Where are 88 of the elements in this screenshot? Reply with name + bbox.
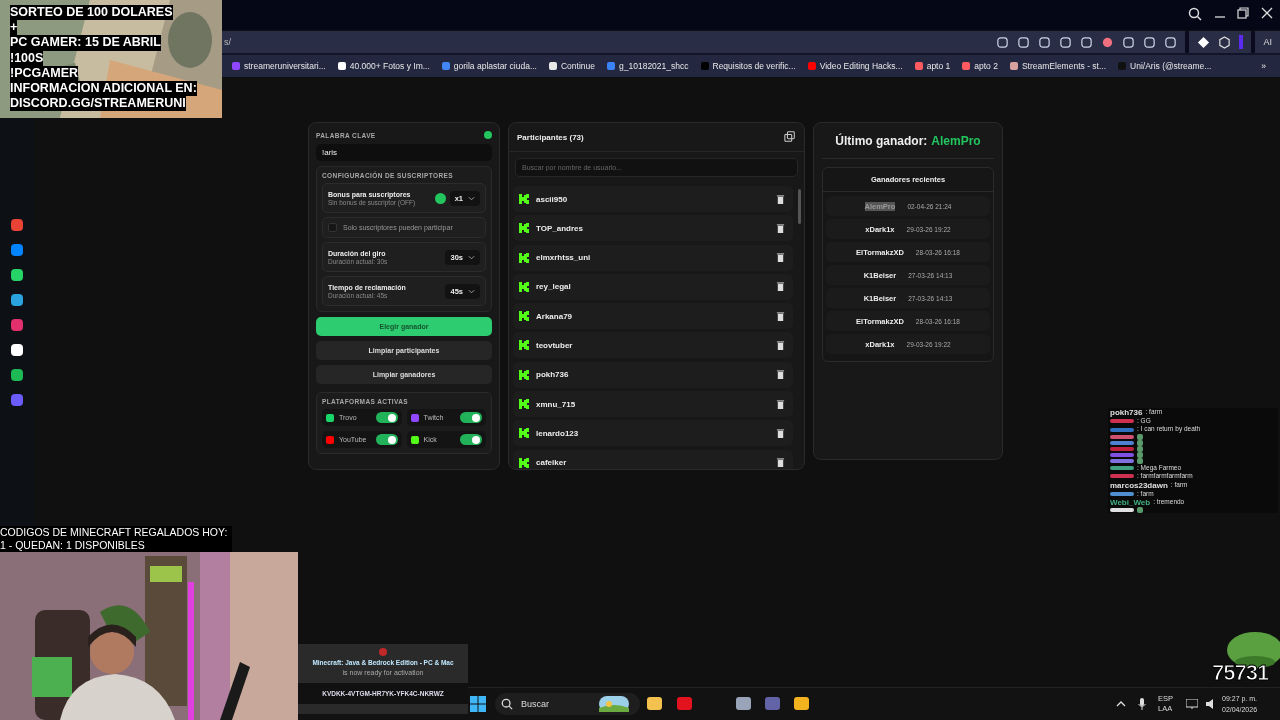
chat-username: marcos23dawn [1110, 480, 1168, 490]
trash-icon[interactable] [776, 341, 785, 350]
trash-icon[interactable] [776, 253, 785, 263]
bookmark[interactable]: 40.000+ Fotos y Im... [337, 61, 430, 71]
participant-name: TOP_andres [536, 223, 584, 233]
app-icon[interactable] [11, 369, 23, 381]
checkbox[interactable] [328, 223, 337, 232]
participant-name: Arkana79 [536, 311, 574, 321]
bookmark[interactable]: gorila aplastar ciuda... [441, 61, 537, 71]
landscape-icon [599, 696, 629, 712]
bookmark[interactable]: apto 2 [962, 61, 998, 71]
kick-icon [519, 252, 529, 263]
last-winner-name: AlemPro [931, 134, 981, 148]
search-icon[interactable] [1188, 7, 1202, 21]
kick-icon [519, 223, 529, 234]
participant-name: rey_legal [536, 282, 572, 292]
extension-icon[interactable] [1197, 35, 1211, 49]
trash-icon[interactable] [776, 282, 785, 292]
trash-icon[interactable] [776, 311, 785, 321]
bookmark[interactable]: StreamElements - st... [1009, 61, 1107, 71]
kick-icon [519, 369, 529, 380]
chat-username: Webi_Web [1110, 498, 1151, 508]
toggle-switch[interactable] [375, 434, 398, 445]
trash-icon[interactable] [776, 223, 785, 233]
close-icon[interactable] [1261, 7, 1273, 19]
network-icon[interactable] [1186, 699, 1198, 709]
platform-icon [326, 435, 334, 444]
participants-title: Participantes (73) [517, 132, 584, 142]
app-icon[interactable] [11, 344, 23, 356]
ai-button[interactable]: AI [1263, 37, 1272, 47]
caret-icon [468, 254, 475, 260]
trash-icon[interactable] [776, 428, 785, 438]
bookmark[interactable]: g_10182021_shcc [607, 61, 689, 71]
caret-icon [468, 288, 475, 294]
participant-name: xmnu_715 [536, 399, 577, 409]
bookmark[interactable]: Uni/Aris (@streame... [1118, 61, 1212, 71]
last-winner-label: Último ganador: [835, 134, 928, 148]
copy-icon[interactable] [784, 131, 796, 143]
kick-icon [519, 399, 529, 410]
toggle-switch[interactable] [460, 434, 482, 445]
toggle-switch[interactable] [460, 412, 482, 423]
participant-name: lenardo123 [536, 428, 580, 438]
cube-icon[interactable] [1218, 35, 1232, 49]
logo-icon [379, 648, 387, 656]
info-icon[interactable] [484, 131, 492, 139]
viewer-counter: 75731 [1212, 660, 1269, 686]
trash-icon[interactable] [776, 370, 785, 380]
address-bar[interactable]: s/ [224, 37, 997, 47]
app-icon[interactable] [11, 269, 23, 281]
info-icon[interactable] [434, 192, 446, 204]
more-bookmarks-button[interactable]: » [1261, 61, 1280, 71]
indicator-bar [1239, 35, 1244, 49]
participant-name: elmxrhtss_uni [536, 253, 592, 263]
search-icon [501, 698, 513, 710]
restore-icon[interactable] [1237, 7, 1249, 19]
windows-icon[interactable] [470, 696, 486, 712]
bookmark[interactable]: Video Editing Hacks... [807, 61, 903, 71]
platform-icon [410, 413, 419, 422]
trash-icon[interactable] [776, 194, 785, 204]
kick-icon [519, 281, 529, 292]
app-icon[interactable] [11, 294, 23, 306]
trash-icon[interactable] [776, 399, 785, 409]
participant-name: ascii950 [536, 194, 569, 204]
bookmark[interactable]: streameruniversitari... [232, 61, 326, 71]
search-input[interactable]: Buscar [519, 698, 593, 710]
participant-name: cafeiker [536, 458, 568, 468]
chevron-up-icon[interactable] [1116, 701, 1126, 707]
platform-icon [326, 413, 334, 422]
bookmark[interactable]: Requisitos de verific... [700, 61, 796, 71]
kick-icon [519, 194, 529, 204]
kick-icon [519, 428, 529, 439]
trash-icon[interactable] [776, 458, 785, 468]
toggle-switch[interactable] [375, 412, 398, 423]
kick-icon [519, 457, 529, 468]
codes-line: CODIGOS DE MINECRAFT REGALADOS HOY: [0, 526, 228, 539]
platform-icon [410, 435, 419, 444]
bookmark[interactable]: Continue [549, 61, 595, 71]
taskbar-search-bar[interactable]: Buscar [495, 693, 640, 715]
kick-icon [519, 340, 529, 351]
codes-line: 1 - QUEDAN: 1 DISPONIBLES [0, 539, 146, 552]
caret-icon [468, 195, 475, 201]
participant-name: pokh736 [536, 370, 570, 380]
participant-name: teovtuber [536, 341, 574, 350]
kick-icon [519, 311, 529, 322]
chat-username: pokh736 [1110, 408, 1143, 417]
keyword-field[interactable]: !aris [316, 144, 492, 161]
microphone-icon[interactable] [1138, 698, 1146, 710]
bookmark[interactable]: apto 1 [914, 61, 951, 71]
